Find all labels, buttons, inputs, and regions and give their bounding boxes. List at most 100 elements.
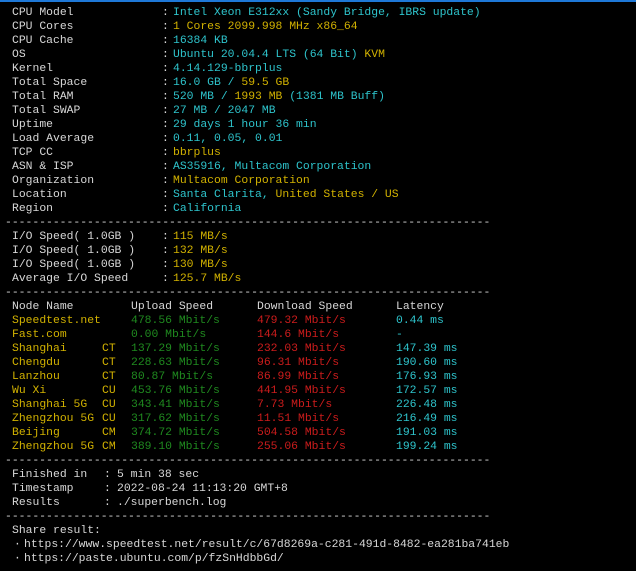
separator-line: ----------------------------------------… [5, 287, 491, 299]
colon: : [162, 245, 169, 257]
info-label: CPU Model [12, 7, 74, 19]
node-name: Shanghai 5G [12, 399, 88, 411]
upload-speed: 80.87 Mbit/s [131, 371, 214, 383]
info-row: Kernel:4.14.129-bbrplus [0, 62, 636, 76]
colon: : [162, 175, 169, 187]
info-row: Uptime:29 days 1 hour 36 min [0, 118, 636, 132]
separator: ----------------------------------------… [0, 286, 636, 300]
upload-speed: 478.56 Mbit/s [131, 315, 220, 327]
info-value-segment: 29 days 1 hour 36 min [173, 119, 317, 131]
node-isp: CU [102, 385, 116, 397]
info-value: 16384 KB [173, 34, 228, 48]
summary-label: Timestamp [12, 483, 74, 495]
header-upload: Upload Speed [131, 301, 214, 313]
info-label: OS [12, 49, 26, 61]
io-label: I/O Speed( 1.0GB ) [12, 245, 136, 257]
info-row: CPU Model: Intel Xeon E312xx (Sandy Bridg… [0, 6, 636, 20]
download-speed: 232.03 Mbit/s [257, 343, 346, 355]
summary-label: Results [12, 497, 60, 509]
info-label: CPU Cache [12, 35, 74, 47]
summary-row: Finished in:5 min 38 sec [0, 468, 636, 482]
io-value: 132 MB/s [173, 245, 228, 257]
latency: 0.44 ms [396, 315, 444, 327]
node-isp: CT [102, 343, 116, 355]
info-value: 27 MB / 2047 MB [173, 104, 276, 118]
download-speed: 7.73 Mbit/s [257, 399, 333, 411]
download-speed: 96.31 Mbit/s [257, 357, 340, 369]
header-download: Download Speed [257, 301, 353, 313]
upload-speed: 343.41 Mbit/s [131, 399, 220, 411]
speed-header: Node Name Upload Speed Download Speed Laten… [0, 300, 636, 314]
colon: : [162, 189, 169, 201]
info-value: California [173, 202, 241, 216]
upload-speed: 0.00 Mbit/s [131, 329, 207, 341]
info-value-segment: Ubuntu 20.04.4 LTS (64 Bit) [173, 49, 365, 61]
info-value-segment: 27 MB / 2047 MB [173, 105, 276, 117]
info-value-segment: Intel Xeon E312xx (Sandy Bridge, IBRS up… [173, 7, 481, 19]
colon: : [162, 119, 169, 131]
io-row: I/O Speed( 1.0GB ):130 MB/s [0, 258, 636, 272]
info-label: Organization [12, 175, 95, 187]
info-value: 520 MB / 1993 MB (1381 MB Buff) [173, 90, 385, 104]
info-row: Total SWAP:27 MB / 2047 MB [0, 104, 636, 118]
io-label: I/O Speed( 1.0GB ) [12, 259, 136, 271]
speed-row: Wu Xi CU 453.76 Mbit/s 441.95 Mbit/s 172.57 … [0, 384, 636, 398]
window-top-border [0, 0, 636, 2]
latency: 199.24 ms [396, 441, 458, 453]
share-title-text: Share result: [12, 525, 101, 537]
latency: 226.48 ms [396, 399, 458, 411]
download-speed: 144.6 Mbit/s [257, 329, 340, 341]
upload-speed: 137.29 Mbit/s [131, 343, 220, 355]
io-label: Average I/O Speed [12, 273, 129, 285]
io-value: 125.7 MB/s [173, 273, 242, 285]
info-value-segment: 16.0 GB / [173, 77, 242, 89]
speed-row: Beijing CM 374.72 Mbit/s 504.58 Mbit/s 191.0… [0, 426, 636, 440]
colon: : [162, 147, 169, 159]
info-row: TCP CC: bbrplus [0, 146, 636, 160]
info-label: Location [12, 189, 67, 201]
node-name: Chengdu [12, 357, 60, 369]
node-name: Speedtest.net [12, 315, 101, 327]
info-label: Kernel [12, 63, 54, 75]
colon: : [162, 91, 169, 103]
latency: 216.49 ms [396, 413, 458, 425]
info-value-segment: (1381 MB Buff) [282, 91, 385, 103]
colon: : [162, 203, 169, 215]
share-link-row: · https://www.speedtest.net/result/c/67d8… [0, 538, 636, 552]
separator: ----------------------------------------… [0, 454, 636, 468]
latency: 190.60 ms [396, 357, 458, 369]
download-speed: 479.32 Mbit/s [257, 315, 346, 327]
info-label: TCP CC [12, 147, 54, 159]
speed-row: Zhengzhou 5G CM 389.10 Mbit/s 255.06 Mbit/s… [0, 440, 636, 454]
info-value-segment: bbrplus [173, 147, 221, 159]
info-row: Load Average:0.11, 0.05, 0.01 [0, 132, 636, 146]
summary-value: 5 min 38 sec [117, 469, 200, 481]
speed-row: Zhengzhou 5G CU 317.62 Mbit/s 11.51 Mbit/s 2… [0, 412, 636, 426]
share-link-row: · https://paste.ubuntu.com/p/fzSnHdbbGd/ [0, 552, 636, 566]
speed-row: Chengdu CT 228.63 Mbit/s 96.31 Mbit/s 190.60… [0, 356, 636, 370]
speed-row: Lanzhou CT 80.87 Mbit/s 86.99 Mbit/s 176.93 … [0, 370, 636, 384]
upload-speed: 374.72 Mbit/s [131, 427, 220, 439]
info-value: Intel Xeon E312xx (Sandy Bridge, IBRS up… [173, 6, 481, 20]
colon: : [104, 469, 111, 481]
summary-value: ./superbench.log [117, 497, 227, 509]
io-row: I/O Speed( 1.0GB ):115 MB/s [0, 230, 636, 244]
upload-speed: 389.10 Mbit/s [131, 441, 220, 453]
download-speed: 86.99 Mbit/s [257, 371, 340, 383]
summary-row: Results: ./superbench.log [0, 496, 636, 510]
info-value: Ubuntu 20.04.4 LTS (64 Bit) KVM [173, 48, 385, 62]
share-link[interactable]: https://www.speedtest.net/result/c/67d82… [24, 538, 509, 552]
node-name: Zhengzhou 5G [12, 413, 95, 425]
latency: 191.03 ms [396, 427, 458, 439]
info-value: Multacom Corporation [173, 174, 310, 188]
node-name: Fast.com [12, 329, 67, 341]
info-row: CPU Cache:16384 KB [0, 34, 636, 48]
share-link[interactable]: https://paste.ubuntu.com/p/fzSnHdbbGd/ [24, 552, 284, 566]
summary-row: Timestamp:2022-08-24 11:13:20 GMT+8 [0, 482, 636, 496]
info-label: Uptime [12, 119, 54, 131]
colon: : [162, 231, 169, 243]
separator-line: ----------------------------------------… [5, 455, 491, 467]
node-isp: CM [102, 427, 116, 439]
speed-row: Shanghai CT 137.29 Mbit/s 232.03 Mbit/s 147.… [0, 342, 636, 356]
info-value: bbrplus [173, 146, 221, 160]
